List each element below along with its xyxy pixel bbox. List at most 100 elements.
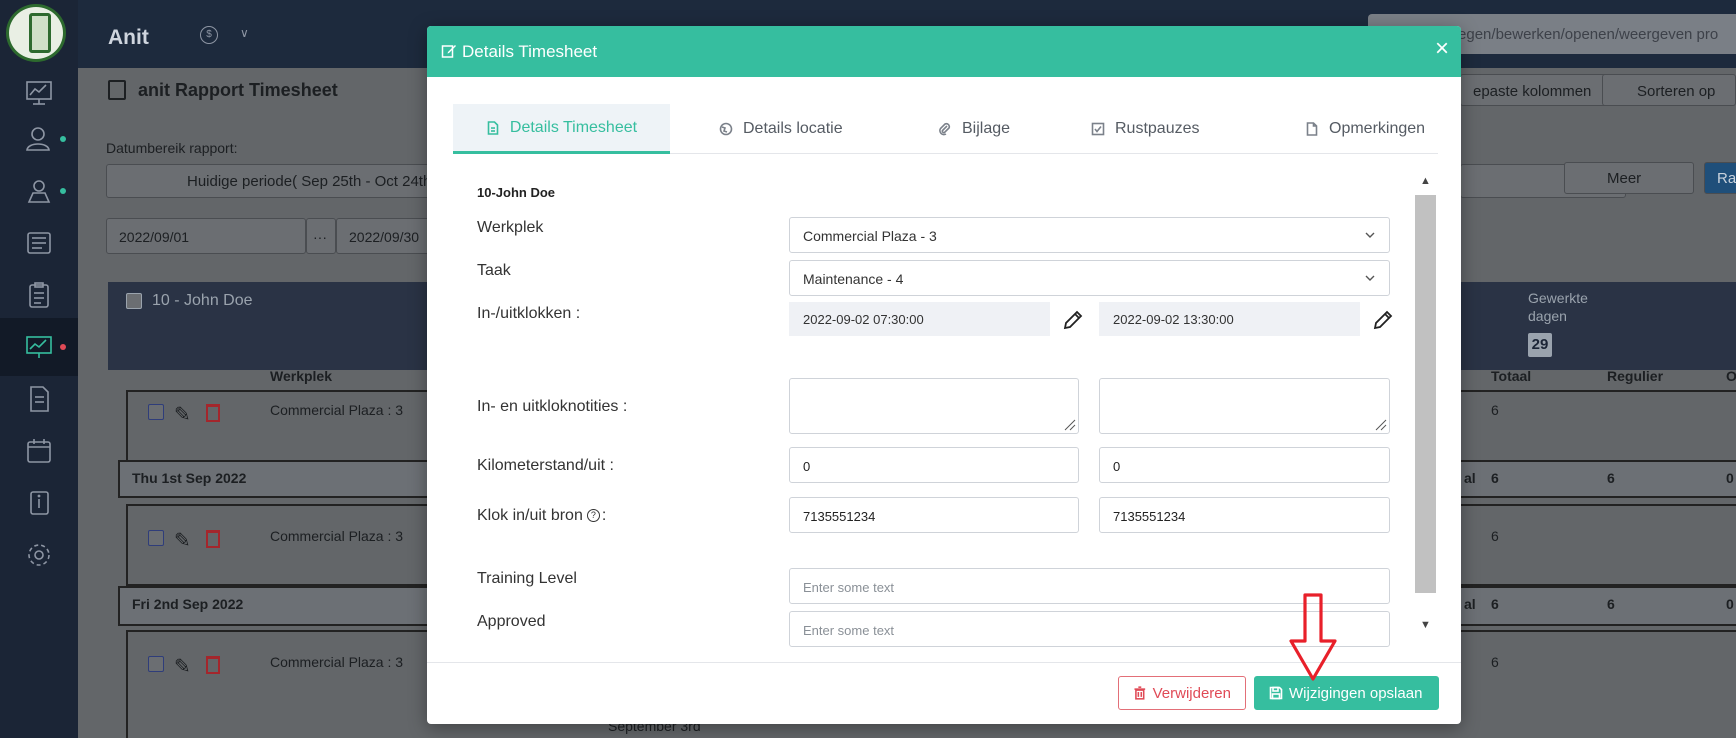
row-total: 6 bbox=[1491, 402, 1499, 418]
document-icon[interactable] bbox=[0, 370, 78, 428]
tab-details-locatie[interactable]: Details locatie bbox=[719, 104, 843, 154]
worked-days-label: Gewerkte bbox=[1528, 290, 1588, 306]
close-button[interactable]: × bbox=[1435, 37, 1449, 61]
globe-icon bbox=[719, 122, 733, 136]
floppy-disk-icon bbox=[1269, 686, 1283, 700]
report-chart-icon[interactable] bbox=[0, 318, 78, 376]
edit-icon bbox=[441, 45, 456, 58]
row-workplace: Commercial Plaza : 3 bbox=[270, 402, 404, 418]
day-label: Fri 2nd Sep 2022 bbox=[132, 596, 244, 612]
clipboard-icon[interactable] bbox=[0, 266, 78, 324]
resize-handle-icon[interactable] bbox=[1371, 415, 1387, 431]
pencil-icon[interactable]: ✎ bbox=[174, 528, 191, 553]
file-icon bbox=[1306, 122, 1318, 136]
date-separator: ··· bbox=[306, 218, 336, 254]
clock-out-field[interactable]: 2022-09-02 13:30:00 bbox=[1099, 302, 1360, 336]
trash-icon[interactable] bbox=[206, 656, 220, 674]
tab-details-timesheet[interactable]: Details Timesheet bbox=[453, 104, 670, 154]
row-total: 6 bbox=[1491, 528, 1499, 544]
clock-in-out-label: In-/uitklokken : bbox=[477, 305, 581, 322]
clock-in-notes-textarea[interactable] bbox=[789, 378, 1079, 434]
news-icon[interactable] bbox=[0, 214, 78, 272]
report-title: anit Rapport Timesheet bbox=[108, 80, 338, 101]
column-total: Totaal bbox=[1491, 368, 1532, 384]
modal-title: Details Timesheet bbox=[462, 42, 598, 61]
odometer-in-input[interactable]: 0 bbox=[789, 447, 1079, 483]
help-icon[interactable]: ? bbox=[586, 509, 600, 522]
employee-name: 10-John Doe bbox=[477, 185, 556, 200]
row-checkbox[interactable] bbox=[148, 656, 164, 672]
delete-button[interactable]: Verwijderen bbox=[1118, 676, 1246, 710]
currency-icon[interactable]: $ bbox=[200, 26, 218, 44]
sum-total: 6 bbox=[1491, 470, 1499, 486]
map-user-icon[interactable] bbox=[0, 162, 78, 220]
workplace-select[interactable]: Commercial Plaza - 3 bbox=[789, 217, 1390, 253]
report-button[interactable]: Ra bbox=[1704, 162, 1736, 194]
report-icon bbox=[108, 80, 126, 100]
column-workplace: Werkplek bbox=[270, 368, 332, 384]
tab-bijlage[interactable]: Bijlage bbox=[938, 104, 1010, 154]
status-dot bbox=[60, 188, 66, 194]
checkbox-icon bbox=[1091, 122, 1105, 136]
resize-handle-icon[interactable] bbox=[1060, 415, 1076, 431]
clock-notes-label: In- en uitkloknotities : bbox=[477, 398, 628, 415]
sort-button[interactable]: Sorteren op bbox=[1602, 74, 1736, 106]
row-workplace: Commercial Plaza : 3 bbox=[270, 654, 404, 670]
chevron-down-icon[interactable]: ∨ bbox=[240, 26, 249, 40]
pencil-icon[interactable] bbox=[1372, 309, 1394, 331]
more-button[interactable]: Meer bbox=[1564, 162, 1694, 194]
clock-out-source-input[interactable]: 7135551234 bbox=[1099, 497, 1390, 533]
pencil-icon[interactable]: ✎ bbox=[174, 654, 191, 679]
date-range-label: Datumbereik rapport: bbox=[106, 140, 238, 156]
row-workplace: Commercial Plaza : 3 bbox=[270, 528, 404, 544]
users-icon[interactable] bbox=[0, 110, 78, 168]
trash-icon[interactable] bbox=[206, 404, 220, 422]
sum-total: 6 bbox=[1491, 596, 1499, 612]
status-dot bbox=[60, 136, 66, 142]
info-book-icon[interactable] bbox=[0, 474, 78, 532]
modal-tabs: Details Timesheet Details locatie Bijlag… bbox=[453, 104, 1438, 154]
period-select[interactable]: Huidige periode( Sep 25th - Oct 24th bbox=[106, 164, 446, 198]
tab-rustpauzes[interactable]: Rustpauzes bbox=[1091, 104, 1200, 154]
task-select[interactable]: Maintenance - 4 bbox=[789, 260, 1390, 296]
clock-in-source-input[interactable]: 7135551234 bbox=[789, 497, 1079, 533]
sum-o: 0 bbox=[1726, 470, 1734, 486]
modal-form: 10-John Doe Werkplek Commercial Plaza - … bbox=[453, 176, 1413, 647]
training-level-label: Training Level bbox=[477, 570, 577, 587]
odometer-label: Kilometerstand/uit : bbox=[477, 457, 614, 474]
workplace-label: Werkplek bbox=[477, 219, 544, 236]
row-checkbox[interactable] bbox=[148, 404, 164, 420]
tab-opmerkingen[interactable]: Opmerkingen bbox=[1305, 104, 1425, 154]
date-from-input[interactable]: 2022/09/01 bbox=[106, 218, 306, 254]
worked-days-badge: 29 bbox=[1528, 333, 1552, 357]
row-checkbox[interactable] bbox=[148, 530, 164, 546]
modal-header: Details Timesheet × bbox=[427, 26, 1461, 77]
save-changes-button[interactable]: Wijzigingen opslaan bbox=[1254, 676, 1439, 710]
logo bbox=[6, 4, 66, 62]
employee-checkbox[interactable] bbox=[126, 293, 142, 309]
form-scrollbar[interactable]: ▲ ▼ bbox=[1415, 175, 1436, 635]
trash-icon bbox=[1134, 686, 1146, 700]
trash-icon[interactable] bbox=[206, 530, 220, 548]
sum-o: 0 bbox=[1726, 596, 1734, 612]
sidebar bbox=[0, 0, 78, 738]
scrollbar-thumb[interactable] bbox=[1415, 195, 1436, 593]
pencil-icon[interactable]: ✎ bbox=[174, 402, 191, 427]
status-dot bbox=[60, 344, 66, 350]
scroll-up-icon[interactable]: ▲ bbox=[1420, 175, 1431, 187]
sum-label: al bbox=[1464, 596, 1476, 612]
pencil-icon[interactable] bbox=[1062, 309, 1084, 331]
scroll-down-icon[interactable]: ▼ bbox=[1420, 619, 1431, 631]
approved-label: Approved bbox=[477, 613, 546, 630]
clock-in-field[interactable]: 2022-09-02 07:30:00 bbox=[789, 302, 1050, 336]
task-label: Taak bbox=[477, 262, 511, 279]
sum-regular: 6 bbox=[1607, 470, 1615, 486]
chevron-down-icon bbox=[1365, 232, 1375, 238]
employee-header: 10 - John Doe bbox=[152, 292, 253, 309]
calendar-icon[interactable] bbox=[0, 422, 78, 480]
gear-icon[interactable] bbox=[0, 526, 78, 584]
clock-out-notes-textarea[interactable] bbox=[1099, 378, 1390, 434]
odometer-out-input[interactable]: 0 bbox=[1099, 447, 1390, 483]
row-total: 6 bbox=[1491, 654, 1499, 670]
column-o: O bbox=[1726, 368, 1736, 384]
